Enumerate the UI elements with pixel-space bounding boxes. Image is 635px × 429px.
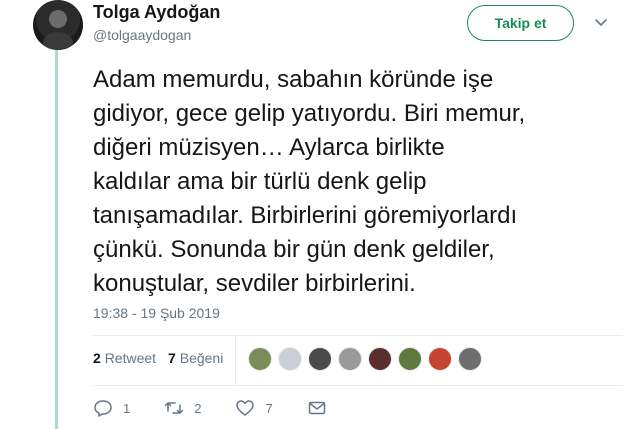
liker-avatar[interactable] <box>368 347 392 371</box>
reply-icon <box>94 400 112 417</box>
tweet-line: diğeri müzisyen… Aylarca birlikte <box>93 134 445 161</box>
like-stat-count: 7 <box>168 350 176 366</box>
like-count: 7 <box>265 400 273 416</box>
liker-avatar[interactable] <box>458 347 482 371</box>
retweet-count: 2 <box>194 400 202 416</box>
liker-avatars <box>248 347 482 371</box>
divider-top <box>93 335 623 336</box>
like-button[interactable]: 7 <box>235 398 273 418</box>
stats-divider <box>235 335 236 385</box>
retweet-stat[interactable]: 2 Retweet <box>93 350 156 366</box>
retweet-button[interactable]: 2 <box>164 398 201 418</box>
liker-avatar[interactable] <box>398 347 422 371</box>
liker-avatar[interactable] <box>428 347 452 371</box>
engagement-stats: 2 Retweet 7 Beğeni <box>93 350 223 366</box>
author-handle[interactable]: @tolgaaydogan <box>93 27 191 43</box>
reply-count: 1 <box>123 400 131 416</box>
chevron-down-icon[interactable] <box>593 14 609 30</box>
retweet-stat-label: Retweet <box>104 350 157 366</box>
follow-button[interactable]: Takip et <box>467 5 574 41</box>
heart-icon <box>236 400 255 416</box>
tweet-line: gidiyor, gece gelip yatıyordu. Biri memu… <box>93 100 526 127</box>
liker-avatar[interactable] <box>338 347 362 371</box>
retweet-stat-count: 2 <box>93 350 101 366</box>
reply-button[interactable]: 1 <box>93 398 130 418</box>
like-stat[interactable]: 7 Beğeni <box>168 350 223 366</box>
tweet-line: tanışamadılar. Birbirlerini göremiyorlar… <box>93 202 518 229</box>
tweet-actions: 1 2 7 <box>93 398 371 418</box>
thread-line <box>55 50 58 429</box>
liker-avatar[interactable] <box>248 347 272 371</box>
tweet-text: Adam memurdu, sabahın köründe işe gidiyo… <box>93 63 623 301</box>
liker-avatar[interactable] <box>308 347 332 371</box>
liker-avatar[interactable] <box>278 347 302 371</box>
tweet-timestamp[interactable]: 19:38 - 19 Şub 2019 <box>93 305 220 321</box>
retweet-icon <box>164 402 184 414</box>
tweet-line: kaldılar ama bir türlü denk gelip <box>93 168 427 195</box>
tweet-line: konuştular, sevdiler birbirlerini. <box>93 270 416 297</box>
direct-message-button[interactable] <box>307 398 337 418</box>
divider-bottom <box>93 385 623 386</box>
tweet-line: çünkü. Sonunda bir gün denk geldiler, <box>93 236 495 263</box>
tweet-line: Adam memurdu, sabahın köründe işe <box>93 66 494 93</box>
author-avatar[interactable] <box>33 0 83 50</box>
author-display-name[interactable]: Tolga Aydoğan <box>93 2 220 23</box>
like-stat-label: Beğeni <box>179 350 224 366</box>
envelope-icon <box>308 401 325 415</box>
